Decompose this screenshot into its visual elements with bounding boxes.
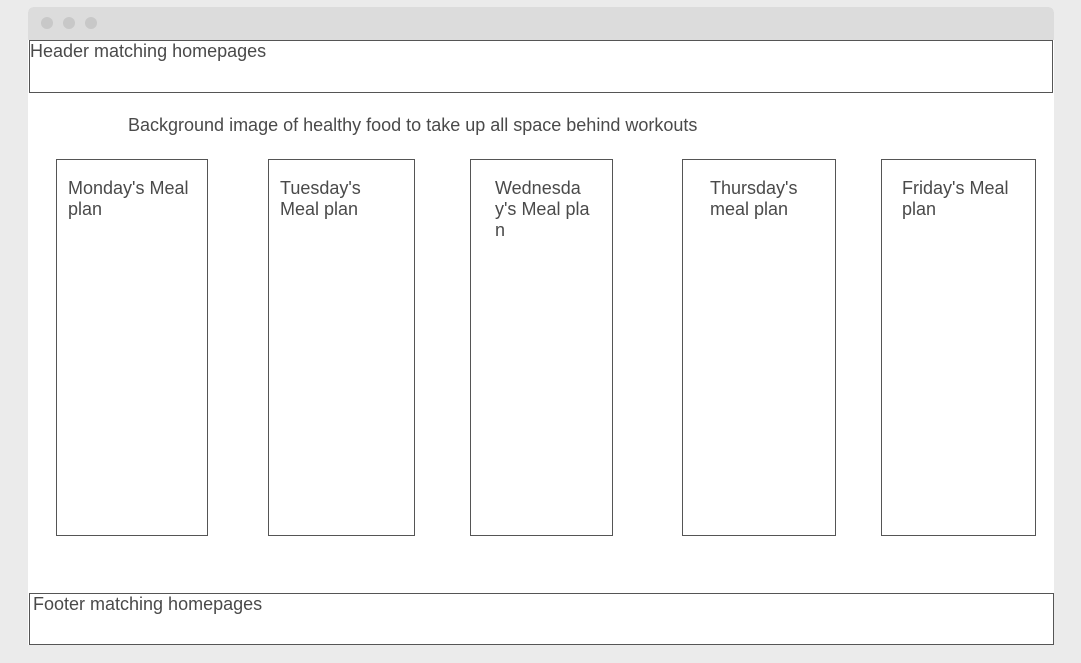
header-label: Header matching homepages bbox=[30, 41, 267, 61]
maximize-window-icon[interactable] bbox=[85, 17, 97, 29]
meal-plan-tuesday[interactable]: Tuesday's Meal plan bbox=[268, 159, 415, 536]
window-titlebar bbox=[28, 7, 1054, 40]
header-placeholder: Header matching homepages bbox=[29, 40, 1053, 93]
meal-plan-wednesday[interactable]: Wednesday's Meal plan bbox=[470, 159, 613, 536]
meal-plan-label: Tuesday's Meal plan bbox=[280, 178, 361, 219]
browser-window: Header matching homepages Background ima… bbox=[28, 7, 1054, 645]
footer-placeholder: Footer matching homepages bbox=[29, 593, 1054, 645]
meal-plan-friday[interactable]: Friday's Meal plan bbox=[881, 159, 1036, 536]
minimize-window-icon[interactable] bbox=[63, 17, 75, 29]
footer-label: Footer matching homepages bbox=[33, 594, 263, 614]
meal-plan-thursday[interactable]: Thursday's meal plan bbox=[682, 159, 836, 536]
meal-plan-monday[interactable]: Monday's Meal plan bbox=[56, 159, 208, 536]
background-note: Background image of healthy food to take… bbox=[128, 115, 698, 135]
close-window-icon[interactable] bbox=[41, 17, 53, 29]
meal-plan-label: Friday's Meal plan bbox=[902, 178, 1009, 219]
meal-plan-label: Monday's Meal plan bbox=[68, 178, 189, 219]
meal-plan-label: Thursday's meal plan bbox=[710, 178, 798, 219]
meal-plan-label: Wednesday's Meal plan bbox=[495, 178, 590, 240]
